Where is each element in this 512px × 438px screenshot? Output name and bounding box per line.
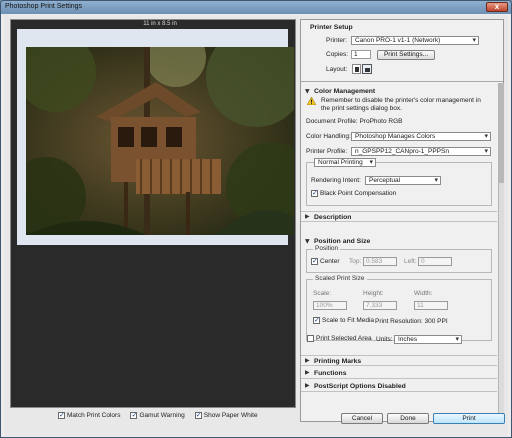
color-handling-label: Color Handling: bbox=[306, 133, 351, 140]
settings-scroll-area[interactable]: ▼ Color Management Remember to disable t… bbox=[301, 83, 497, 421]
checkbox-box[interactable] bbox=[311, 189, 318, 197]
rendering-intent-label: Rendering Intent: bbox=[311, 177, 361, 184]
dialog-body: 11 in x 8.5 in ✓ Match Print Colors ✓ Ga… bbox=[4, 15, 508, 436]
position-group-title: Position bbox=[313, 245, 341, 252]
units-label: Units: bbox=[376, 336, 393, 343]
gamut-warning-checkbox[interactable]: Gamut Warning bbox=[130, 411, 185, 419]
scale-input[interactable]: 100% bbox=[313, 301, 347, 310]
checkbox-box[interactable] bbox=[194, 411, 202, 419]
top-label: Top: bbox=[349, 258, 362, 265]
description-header[interactable]: Description bbox=[314, 214, 351, 221]
warning-icon bbox=[306, 96, 317, 106]
normal-printing-select[interactable]: Normal Printing bbox=[314, 158, 376, 167]
portrait-icon bbox=[355, 67, 359, 72]
center-checkbox[interactable]: Center bbox=[311, 257, 340, 265]
height-input[interactable]: 7.333 bbox=[363, 301, 397, 310]
scrollbar-thumb[interactable] bbox=[499, 83, 504, 183]
expanded-triangle-icon[interactable]: ▼ bbox=[305, 88, 310, 95]
checkbox-label: Show Paper White bbox=[203, 411, 258, 419]
rendering-intent-select[interactable]: Perceptual bbox=[365, 176, 441, 185]
collapsed-triangle-icon[interactable]: ▶ bbox=[305, 213, 310, 220]
collapsed-triangle-icon[interactable]: ▶ bbox=[305, 369, 310, 376]
landscape-layout-button[interactable] bbox=[362, 64, 372, 74]
functions-header[interactable]: Functions bbox=[314, 370, 346, 377]
units-select[interactable]: Inches bbox=[394, 335, 462, 344]
print-settings-window: Photoshop Print Settings x 11 in x 8.5 i… bbox=[0, 0, 512, 438]
printer-setup-header: Printer Setup bbox=[310, 24, 353, 31]
checkbox-box[interactable] bbox=[58, 411, 65, 419]
postscript-section[interactable]: ▶ PostScript Options Disabled bbox=[301, 381, 497, 392]
copies-input[interactable]: 1 bbox=[351, 50, 371, 59]
collapsed-triangle-icon[interactable]: ▶ bbox=[305, 357, 310, 364]
show-paper-white-checkbox[interactable]: Show Paper White bbox=[194, 411, 258, 419]
height-label: Height: bbox=[363, 290, 384, 297]
paper-preview: 11 in x 8.5 in bbox=[17, 21, 294, 245]
color-handling-select[interactable]: Photoshop Manages Colors bbox=[351, 132, 491, 141]
match-print-colors-checkbox[interactable]: Match Print Colors bbox=[58, 411, 121, 419]
treehouse-image bbox=[26, 47, 294, 235]
checkbox-label: Scale to Fit Media bbox=[322, 317, 375, 324]
landscape-icon bbox=[365, 68, 370, 72]
left-input[interactable]: 0 bbox=[418, 257, 452, 266]
done-button[interactable]: Done bbox=[387, 413, 429, 424]
print-selected-area-checkbox[interactable]: Print Selected Area bbox=[307, 335, 372, 342]
width-label: Width: bbox=[414, 290, 433, 297]
scaled-print-size-group bbox=[306, 279, 492, 341]
portrait-layout-button[interactable] bbox=[352, 64, 361, 74]
layout-label: Layout: bbox=[326, 66, 348, 73]
printer-select[interactable]: Canon PRO-1 v1-1 (Network) bbox=[351, 36, 479, 45]
scale-label: Scale: bbox=[313, 290, 332, 297]
checkbox-label: Match Print Colors bbox=[67, 411, 121, 419]
description-section[interactable]: ▶ Description bbox=[301, 211, 497, 222]
checkbox-box[interactable] bbox=[311, 257, 318, 265]
printer-label: Printer: bbox=[326, 37, 347, 44]
checkbox-label: Print Selected Area bbox=[316, 335, 372, 342]
print-button[interactable]: Print bbox=[433, 413, 505, 424]
collapsed-triangle-icon[interactable]: ▶ bbox=[305, 382, 310, 389]
black-point-compensation-checkbox[interactable]: Black Point Compensation bbox=[311, 189, 397, 197]
print-settings-button[interactable]: Print Settings... bbox=[377, 50, 435, 60]
checkbox-box[interactable] bbox=[307, 335, 314, 342]
checkbox-label: Gamut Warning bbox=[139, 411, 185, 419]
settings-panel: Printer Setup Printer: Canon PRO-1 v1-1 … bbox=[300, 19, 504, 422]
postscript-header[interactable]: PostScript Options Disabled bbox=[314, 383, 406, 390]
checkbox-box[interactable] bbox=[313, 316, 320, 324]
printing-marks-header[interactable]: Printing Marks bbox=[314, 358, 361, 365]
expanded-triangle-icon[interactable]: ▼ bbox=[305, 238, 310, 245]
print-preview: 11 in x 8.5 in bbox=[10, 19, 296, 408]
position-size-header[interactable]: Position and Size bbox=[314, 238, 370, 245]
functions-section[interactable]: ▶ Functions bbox=[301, 368, 497, 379]
checkbox-label: Center bbox=[320, 258, 340, 265]
printer-profile-select[interactable]: n_GPSPP12_CANpro-1_PPPSn bbox=[351, 147, 491, 156]
cancel-button[interactable]: Cancel bbox=[341, 413, 383, 424]
preview-options: Match Print Colors Gamut Warning Show Pa… bbox=[58, 409, 258, 421]
color-management-note: Remember to disable the printer's color … bbox=[321, 97, 481, 112]
checkbox-label: Black Point Compensation bbox=[320, 190, 397, 197]
top-input[interactable]: 0.583 bbox=[363, 257, 397, 266]
document-profile: Document Profile: ProPhoto RGB bbox=[306, 118, 403, 125]
title-bar[interactable]: Photoshop Print Settings x bbox=[1, 1, 511, 14]
close-button[interactable]: x bbox=[486, 2, 508, 12]
window-title: Photoshop Print Settings bbox=[5, 3, 83, 10]
printing-marks-section[interactable]: ▶ Printing Marks bbox=[301, 355, 497, 366]
checkbox-box[interactable] bbox=[130, 411, 138, 419]
scale-to-fit-media-checkbox[interactable]: Scale to Fit Media bbox=[313, 316, 375, 324]
printer-profile-label: Printer Profile: bbox=[306, 148, 348, 155]
paper-size-label: 11 in x 8.5 in bbox=[143, 21, 177, 27]
color-management-header[interactable]: Color Management bbox=[314, 88, 375, 95]
preview-photo[interactable] bbox=[26, 47, 294, 235]
scaled-print-size-title: Scaled Print Size bbox=[313, 275, 367, 282]
left-label: Left: bbox=[404, 258, 417, 265]
settings-scrollbar[interactable] bbox=[498, 83, 504, 421]
print-resolution: Print Resolution: 300 PPI bbox=[375, 318, 448, 325]
printer-setup-section: Printer Setup Printer: Canon PRO-1 v1-1 … bbox=[301, 20, 503, 82]
copies-label: Copies: bbox=[326, 51, 349, 58]
width-input[interactable]: 11 bbox=[414, 301, 448, 310]
